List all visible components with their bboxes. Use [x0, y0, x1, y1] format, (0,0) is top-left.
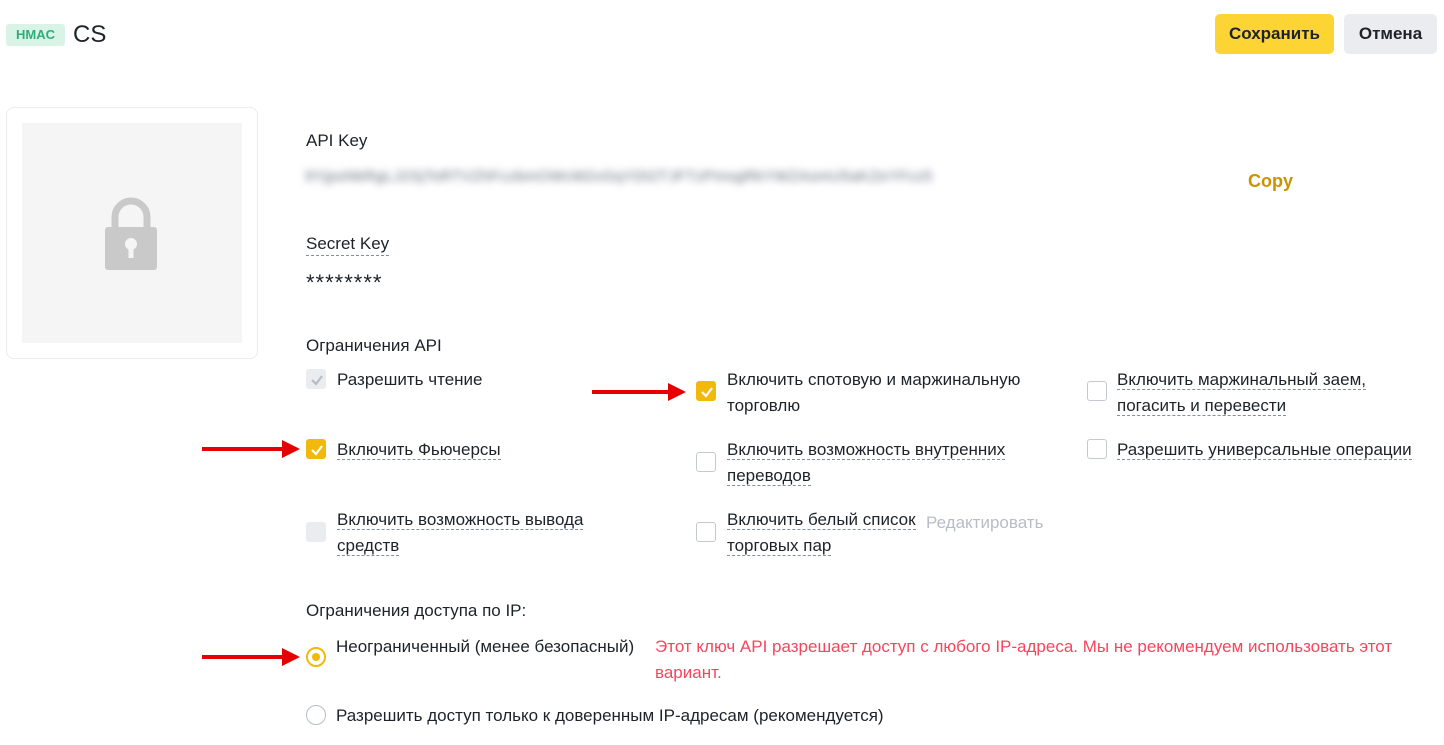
cancel-button[interactable]: Отмена [1344, 14, 1437, 54]
annotation-arrow-spot [592, 383, 686, 401]
whitelist-pairs-checkbox[interactable] [696, 522, 716, 542]
api-key-value: 9YjpsNkRgLJ2SjTsRTVZhFczbmOWcM2vGqYDt2TJ… [305, 168, 933, 185]
api-restrictions-title: Ограничения API [306, 336, 442, 355]
withdrawal-label: Включить возможность вывода средств [337, 510, 584, 556]
page-title: CS [73, 21, 107, 48]
lock-icon [105, 197, 157, 270]
save-button[interactable]: Сохранить [1215, 14, 1334, 54]
annotation-arrow-unrestricted [202, 648, 300, 666]
withdrawal-checkbox [306, 522, 326, 542]
secret-key-value: ******** [306, 270, 383, 295]
check-icon [311, 445, 323, 456]
margin-loan-checkbox[interactable] [1087, 381, 1107, 401]
edit-whitelist-link[interactable]: Редактировать [926, 512, 1047, 534]
unrestricted-ip-label: Неограниченный (менее безопасный) [336, 637, 635, 656]
spot-margin-trading-checkbox[interactable] [696, 381, 716, 401]
check-icon [701, 387, 713, 398]
unrestricted-ip-warning: Этот ключ API разрешает доступ с любого … [655, 637, 1393, 682]
secret-key-label: Secret Key [306, 233, 390, 256]
unrestricted-ip-radio[interactable] [306, 647, 326, 667]
ip-restrictions-title: Ограничения доступа по IP: [306, 601, 527, 620]
universal-transfer-label: Разрешить универсальные операции [1117, 440, 1412, 460]
internal-transfer-checkbox[interactable] [696, 452, 716, 472]
internal-transfer-label: Включить возможность внутренних переводо… [727, 440, 1006, 486]
annotation-arrow-futures [202, 440, 300, 458]
copy-button[interactable]: Copy [1248, 171, 1293, 192]
margin-loan-label: Включить маржинальный заем, погасить и п… [1117, 370, 1367, 416]
check-icon [311, 375, 323, 386]
trusted-ip-label: Разрешить доступ только к доверенным IP-… [336, 706, 884, 725]
futures-checkbox[interactable] [306, 439, 326, 459]
enable-reading-checkbox [306, 369, 326, 389]
whitelist-pairs-label: Включить белый список торговых пар [727, 510, 916, 556]
futures-label: Включить Фьючерсы [337, 440, 501, 460]
trusted-ip-radio[interactable] [306, 705, 326, 725]
spot-margin-trading-label: Включить спотовую и маржинальную торговл… [727, 370, 1021, 415]
api-key-label: API Key [306, 131, 368, 150]
universal-transfer-checkbox[interactable] [1087, 439, 1107, 459]
hmac-badge: HMAC [6, 24, 65, 46]
